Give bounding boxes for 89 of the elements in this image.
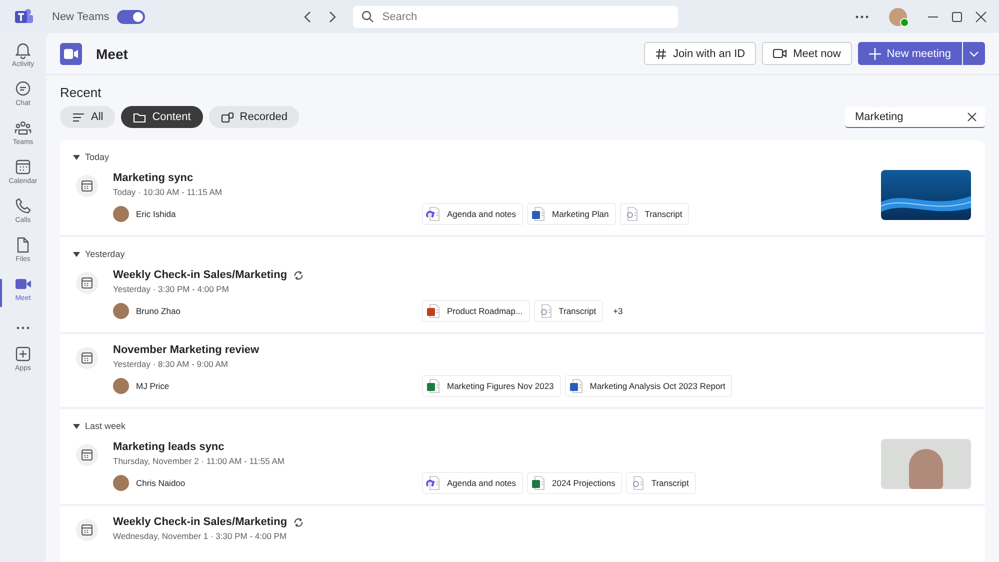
meeting-row[interactable]: November Marketing review Yesterday · 8:30 AM - 9:00 AM MJ Price Marketing Figures Nov 2023 Marketing Analysis Oct 2023 Report xyxy=(60,334,985,409)
meeting-row[interactable]: Marketing leads sync Thursday, November 2 · 11:00 AM - 11:55 AM Chris Naidoo Agenda and notes 2024 Projections Transcript xyxy=(60,431,985,506)
file-chip[interactable]: Marketing Plan xyxy=(527,203,616,225)
calendar-icon xyxy=(14,158,32,176)
organizer-name: Bruno Zhao xyxy=(136,306,180,316)
meeting-time: Yesterday · 3:30 PM - 4:00 PM xyxy=(113,284,230,294)
more-files-count[interactable]: +3 xyxy=(613,306,623,316)
new-teams-toggle[interactable] xyxy=(117,10,146,24)
meeting-title: Weekly Check-in Sales/Marketing xyxy=(113,269,288,281)
bell-icon xyxy=(14,41,32,59)
meeting-time: Wednesday, November 1 · 3:30 PM - 4:00 PM xyxy=(113,531,288,541)
person-avatar xyxy=(113,206,129,222)
organizer-name: Eric Ishida xyxy=(136,209,176,219)
calendar-icon xyxy=(76,272,98,294)
calendar-icon xyxy=(76,519,98,541)
file-chip[interactable]: Agenda and notes xyxy=(422,203,524,225)
search-input[interactable]: Search xyxy=(380,10,670,24)
file-chip[interactable]: Transcript xyxy=(534,300,604,322)
file-chip[interactable]: Agenda and notes xyxy=(422,472,524,494)
hash-icon xyxy=(654,48,667,60)
powerpoint-file-icon xyxy=(426,303,442,319)
calendar-icon xyxy=(76,347,98,369)
app-label: New Teams xyxy=(52,10,110,22)
person-avatar xyxy=(113,303,129,319)
file-chip[interactable]: Marketing Analysis Oct 2023 Report xyxy=(564,375,732,397)
word-file-icon xyxy=(531,206,548,222)
group-header[interactable]: Last week xyxy=(60,409,126,431)
excel-file-icon xyxy=(426,378,442,394)
transcript-file-icon xyxy=(630,475,646,491)
join-with-id-button[interactable]: Join with an ID xyxy=(644,42,756,65)
phone-icon xyxy=(14,197,32,215)
recorded-icon xyxy=(220,112,234,122)
file-chip[interactable]: Transcript xyxy=(620,203,690,225)
file-chip[interactable]: 2024 Projections xyxy=(527,472,622,494)
close-icon[interactable] xyxy=(975,10,987,22)
slide-thumbnail[interactable] xyxy=(881,170,971,220)
meeting-time: Yesterday · 8:30 AM - 9:00 AM xyxy=(113,359,229,369)
meeting-title: Weekly Check-in Sales/Marketing xyxy=(113,516,288,528)
word-file-icon xyxy=(568,378,585,394)
organizer-name: Chris Naidoo xyxy=(136,478,186,488)
filter-chip[interactable]: Content xyxy=(121,106,203,128)
maximize-icon[interactable] xyxy=(951,10,963,22)
filter-field[interactable]: Marketing xyxy=(845,106,985,128)
clear-icon[interactable] xyxy=(967,112,977,122)
new-meeting-button[interactable]: New meeting xyxy=(858,42,962,65)
file-chip[interactable]: Marketing Figures Nov 2023 xyxy=(422,375,561,397)
group-header[interactable]: Today xyxy=(60,140,110,162)
organizer-name: MJ Price xyxy=(136,381,170,391)
person-avatar xyxy=(113,475,129,491)
meeting-row[interactable]: Weekly Check-in Sales/Marketing Yesterday · 3:30 PM - 4:00 PM Bruno Zhao Product Roadmap... Transcript +3 xyxy=(60,259,985,334)
new-meeting-dropdown[interactable] xyxy=(963,42,985,65)
file-chip[interactable]: Transcript xyxy=(626,472,696,494)
meet-now-button[interactable]: Meet now xyxy=(762,42,852,65)
filter-input[interactable]: Marketing xyxy=(853,110,967,124)
video-camera-icon xyxy=(773,48,788,59)
group-header[interactable]: Yesterday xyxy=(60,237,125,259)
page-title: Meet xyxy=(96,46,128,62)
file-chip[interactable]: Product Roadmap... xyxy=(422,300,530,322)
search-icon xyxy=(361,10,374,23)
meeting-title: Marketing leads sync xyxy=(113,441,224,453)
meeting-row[interactable]: Marketing sync Today · 10:30 AM - 11:15 AM Eric Ishida Agenda and notes Marketing Plan Transcript xyxy=(60,162,985,237)
meeting-time: Thursday, November 2 · 11:00 AM - 11:55 AM xyxy=(113,456,286,466)
search-field[interactable]: Search xyxy=(353,6,678,28)
video-camera-icon xyxy=(64,48,78,58)
chat-icon xyxy=(14,80,32,98)
meeting-title: November Marketing review xyxy=(113,344,260,356)
filter-chip[interactable]: Recorded xyxy=(208,106,300,128)
loop-file-icon xyxy=(426,475,442,491)
plus-icon xyxy=(868,48,881,60)
teams-icon xyxy=(14,119,32,137)
meeting-time: Today · 10:30 AM - 11:15 AM xyxy=(113,187,223,197)
more-options-icon[interactable] xyxy=(855,14,869,18)
folder-icon xyxy=(133,112,146,122)
loop-file-icon xyxy=(426,206,442,222)
section-title: Recent xyxy=(60,85,102,100)
recurring-icon xyxy=(293,270,304,280)
more-apps-icon[interactable] xyxy=(16,326,30,330)
excel-file-icon xyxy=(531,475,548,491)
filter-chip[interactable]: All xyxy=(60,106,116,128)
calendar-icon xyxy=(76,444,98,466)
meeting-title: Marketing sync xyxy=(113,172,194,184)
calendar-icon xyxy=(76,175,98,197)
apps-icon xyxy=(14,345,32,363)
meeting-row[interactable]: Weekly Check-in Sales/Marketing Wednesday, November 1 · 3:30 PM - 4:00 PM xyxy=(60,506,985,562)
list-icon xyxy=(72,112,85,122)
recurring-icon xyxy=(293,516,304,528)
profile-avatar[interactable] xyxy=(889,8,907,26)
person-avatar xyxy=(113,378,129,394)
caret-icon xyxy=(969,50,979,56)
